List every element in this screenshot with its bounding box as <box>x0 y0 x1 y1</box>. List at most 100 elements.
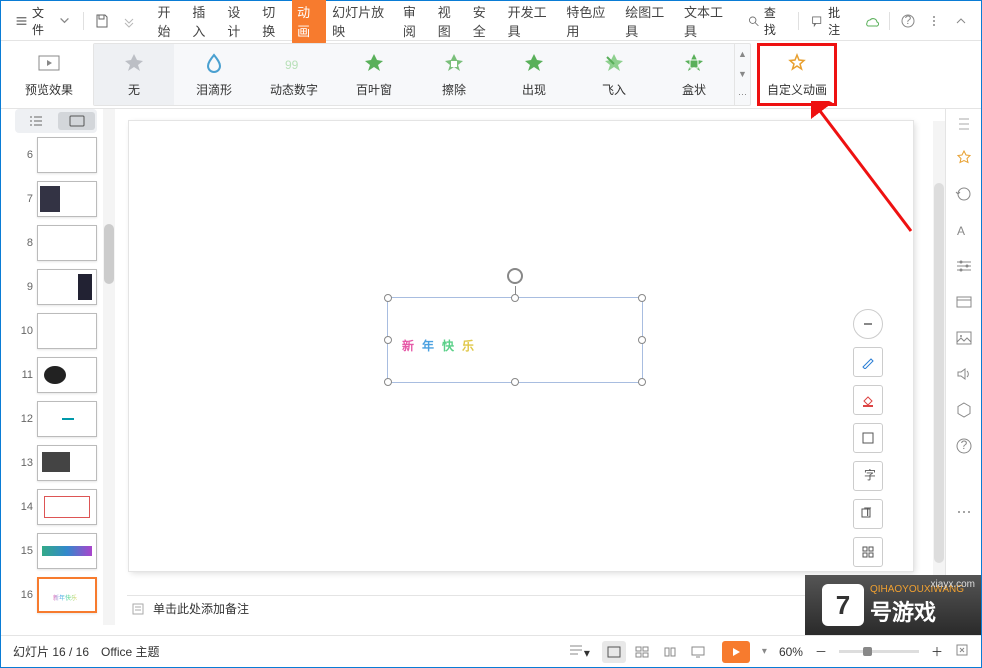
reading-view-button[interactable] <box>658 641 682 663</box>
thumbnail-view-button[interactable] <box>58 112 95 130</box>
custom-animation-button[interactable]: 自定义动画 <box>757 43 837 106</box>
rotate-handle[interactable] <box>507 268 523 284</box>
resize-handle[interactable] <box>384 294 392 302</box>
annotate-button[interactable]: 批注 <box>805 4 856 38</box>
scroll-up-icon[interactable]: ▲ <box>735 44 750 64</box>
tab-幻灯片放映[interactable]: 幻灯片放映 <box>327 0 397 44</box>
preview-effect-button[interactable]: 预览效果 <box>9 43 89 106</box>
resize-handle[interactable] <box>638 378 646 386</box>
tab-绘图工具[interactable]: 绘图工具 <box>620 0 678 44</box>
volume-icon[interactable] <box>955 365 973 383</box>
gallery-scroll[interactable]: ▲ ▼ ⋯ <box>734 44 750 105</box>
gradient-text: 新年快乐 <box>402 312 482 360</box>
play-slideshow-button[interactable] <box>722 641 750 663</box>
slide-counter: 幻灯片 16 / 16 <box>13 643 89 660</box>
normal-view-button[interactable] <box>602 641 626 663</box>
tab-审阅[interactable]: 审阅 <box>398 0 432 44</box>
tab-动画[interactable]: 动画 <box>292 0 326 44</box>
zoom-slider[interactable] <box>839 650 919 653</box>
custom-anim-icon <box>786 53 808 75</box>
tab-视图[interactable]: 视图 <box>433 0 467 44</box>
notes-toggle[interactable]: ▾ <box>568 643 590 660</box>
thumb-14[interactable]: 14 <box>19 489 97 525</box>
selected-textbox[interactable]: 新年快乐 <box>387 297 643 383</box>
resize-handle[interactable] <box>638 294 646 302</box>
textbox-tool-button[interactable]: T <box>853 499 883 529</box>
star-icon[interactable] <box>955 149 973 167</box>
slide-canvas[interactable]: 新年快乐 字 T <box>129 121 913 571</box>
collapse-tool-button[interactable] <box>853 309 883 339</box>
loop-icon[interactable] <box>955 185 973 203</box>
thumb-15[interactable]: 15 <box>19 533 97 569</box>
tab-特色应用[interactable]: 特色应用 <box>561 0 619 44</box>
tab-开发工具[interactable]: 开发工具 <box>503 0 561 44</box>
thumb-8[interactable]: 8 <box>19 225 97 261</box>
save-button[interactable] <box>90 8 114 34</box>
scroll-down-icon[interactable]: ▼ <box>735 64 750 84</box>
scroll-more-icon[interactable]: ⋯ <box>735 85 750 105</box>
canvas-scrollbar[interactable] <box>933 121 945 625</box>
resize-handle[interactable] <box>384 378 392 386</box>
hamburger-icon <box>15 14 28 28</box>
thumb-10[interactable]: 10 <box>19 313 97 349</box>
effect-泪滴形[interactable]: 泪滴形 <box>174 44 254 105</box>
tab-开始[interactable]: 开始 <box>152 0 186 44</box>
fit-button[interactable] <box>955 643 969 660</box>
thumb-9[interactable]: 9 <box>19 269 97 305</box>
pen-tool-button[interactable] <box>853 347 883 377</box>
grid-tool-button[interactable] <box>853 537 883 567</box>
svg-text:?: ? <box>905 13 912 27</box>
cloud-sync-button[interactable] <box>859 8 883 34</box>
thumb-12[interactable]: 12 <box>19 401 97 437</box>
outline-view-button[interactable] <box>17 112 54 130</box>
effect-擦除[interactable]: 擦除 <box>414 44 494 105</box>
resize-handle[interactable] <box>638 336 646 344</box>
slideshow-view-button[interactable] <box>686 641 710 663</box>
hex-icon[interactable] <box>955 401 973 419</box>
tab-插入[interactable]: 插入 <box>187 0 221 44</box>
file-label: 文件 <box>32 4 54 38</box>
tab-安全[interactable]: 安全 <box>468 0 502 44</box>
sidebar-toggle-icon[interactable] <box>957 117 971 131</box>
tab-设计[interactable]: 设计 <box>222 0 256 44</box>
thumb-11[interactable]: 11 <box>19 357 97 393</box>
help-icon[interactable]: ? <box>955 437 973 455</box>
more-qat-button[interactable] <box>117 8 141 34</box>
archive-icon[interactable] <box>955 293 973 311</box>
thumb-6[interactable]: 6 <box>19 137 97 173</box>
resize-handle[interactable] <box>384 336 392 344</box>
textwrap-tool-button[interactable]: 字 <box>853 461 883 491</box>
collapse-ribbon-button[interactable] <box>949 8 973 34</box>
effect-动态数字[interactable]: 99动态数字 <box>254 44 334 105</box>
thumb-16[interactable]: 16新年快乐 <box>19 577 97 613</box>
watermark-badge: xiayx.com 7 QIHAOYOUXIWANG 号游戏 <box>805 575 981 635</box>
fill-tool-button[interactable] <box>853 385 883 415</box>
effect-百叶窗[interactable]: 百叶窗 <box>334 44 414 105</box>
more-button[interactable] <box>922 8 946 34</box>
help-button[interactable]: ? <box>896 8 920 34</box>
tab-切换[interactable]: 切换 <box>257 0 291 44</box>
font-icon[interactable]: A <box>955 221 973 239</box>
effect-飞入[interactable]: 飞入 <box>574 44 654 105</box>
thumb-13[interactable]: 13 <box>19 445 97 481</box>
sorter-view-button[interactable] <box>630 641 654 663</box>
file-menu[interactable]: 文件 <box>9 0 77 42</box>
image-icon[interactable] <box>955 329 973 347</box>
effect-无[interactable]: 无 <box>94 44 174 105</box>
search-button[interactable]: 查找 <box>741 4 792 38</box>
thumb-7[interactable]: 7 <box>19 181 97 217</box>
thumbnail-scrollbar[interactable] <box>103 109 115 625</box>
effect-出现[interactable]: 出现 <box>494 44 574 105</box>
zoom-level[interactable]: 60% <box>779 645 803 659</box>
settings-icon[interactable] <box>955 257 973 275</box>
zoom-in-button[interactable]: ＋ <box>931 643 943 660</box>
chevron-down-icon <box>58 14 71 28</box>
zoom-out-button[interactable]: － <box>815 643 827 660</box>
outline-tool-button[interactable] <box>853 423 883 453</box>
tab-文本工具[interactable]: 文本工具 <box>679 0 737 44</box>
svg-text:字: 字 <box>864 469 875 482</box>
effect-盒状[interactable]: 盒状 <box>654 44 734 105</box>
resize-handle[interactable] <box>511 294 519 302</box>
resize-handle[interactable] <box>511 378 519 386</box>
more-icon[interactable] <box>955 503 973 521</box>
